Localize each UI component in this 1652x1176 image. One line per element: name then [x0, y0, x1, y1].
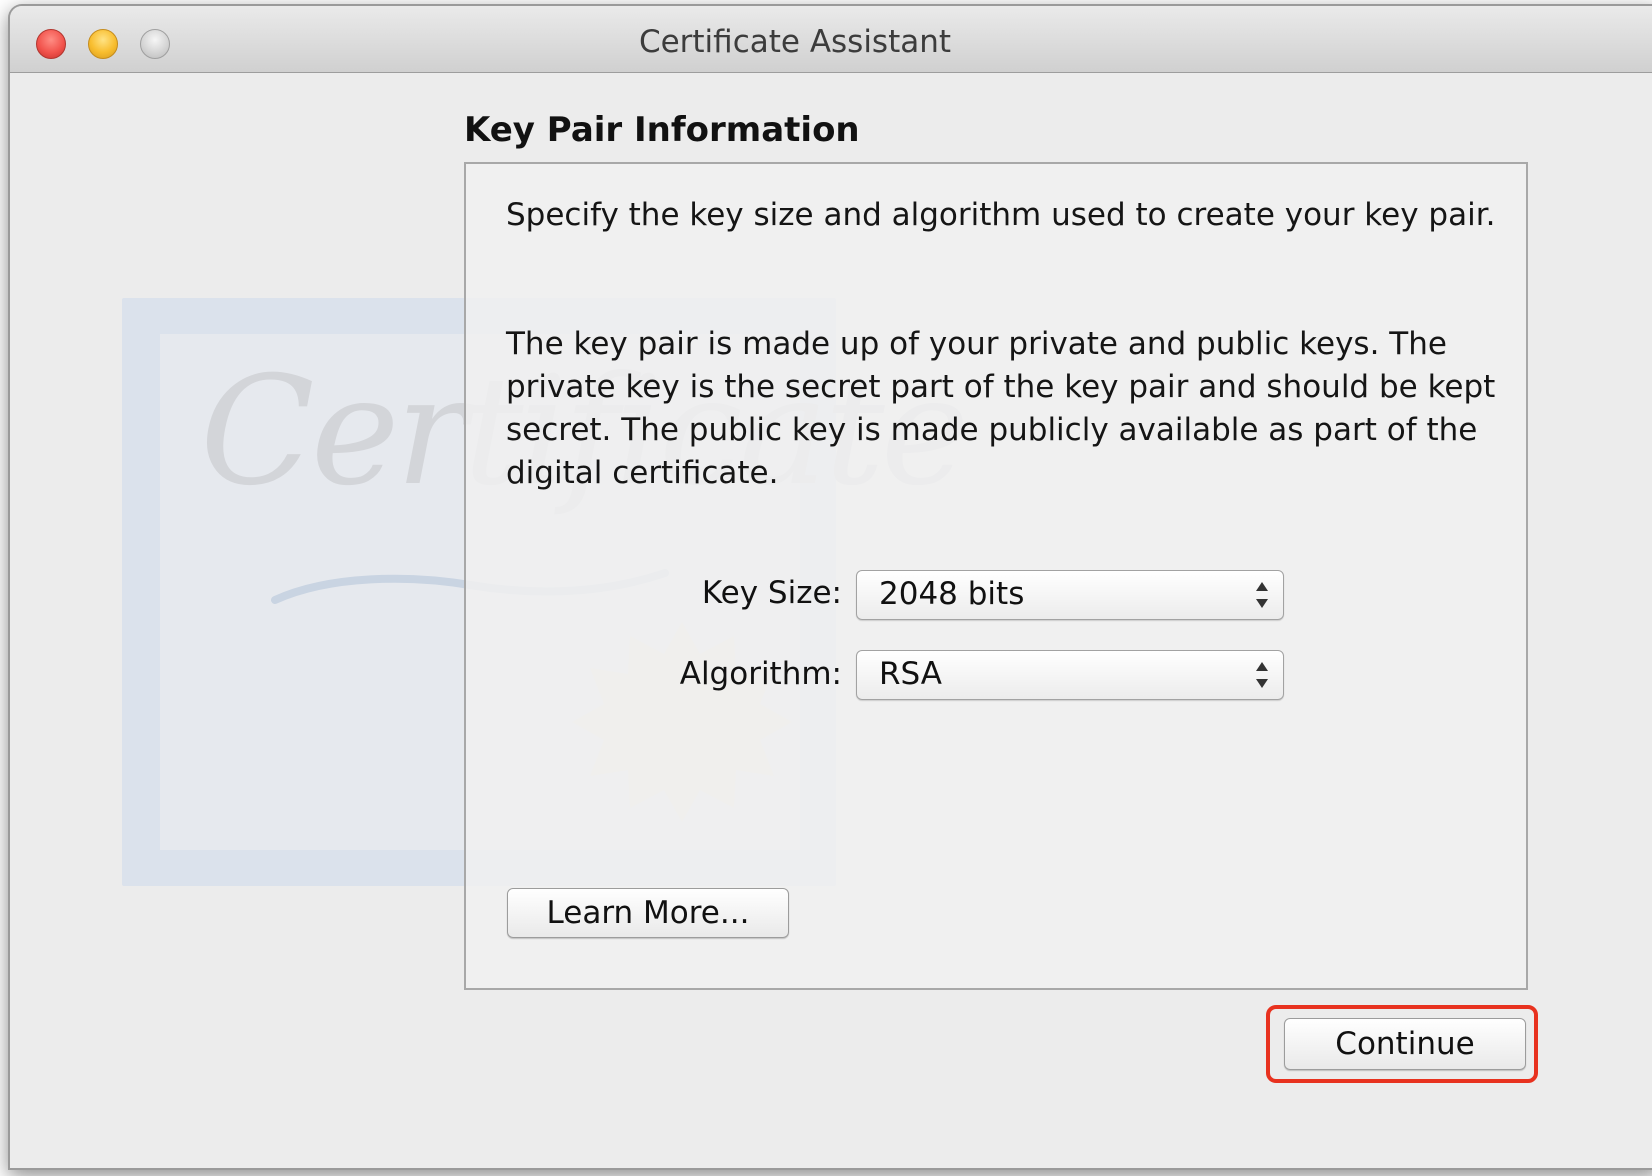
continue-button[interactable]: Continue: [1284, 1018, 1526, 1070]
key-size-value: 2048 bits: [879, 576, 1025, 612]
popup-arrows-icon: [1256, 582, 1268, 608]
algorithm-value: RSA: [879, 656, 942, 692]
popup-arrows-icon: [1256, 662, 1268, 688]
intro-paragraph: Specify the key size and algorithm used …: [506, 197, 1496, 233]
key-pair-description: The key pair is made up of your private …: [506, 326, 1496, 491]
learn-more-button[interactable]: Learn More...: [507, 888, 789, 938]
algorithm-label: Algorithm:: [679, 656, 842, 692]
window-title: Certificate Assistant: [638, 24, 952, 60]
title-bar[interactable]: Certificate Assistant: [10, 6, 1652, 73]
key-size-popup[interactable]: 2048 bits: [856, 570, 1284, 620]
key-size-label: Key Size:: [701, 575, 842, 611]
page-heading: Key Pair Information: [464, 110, 860, 150]
algorithm-popup[interactable]: RSA: [856, 650, 1284, 700]
